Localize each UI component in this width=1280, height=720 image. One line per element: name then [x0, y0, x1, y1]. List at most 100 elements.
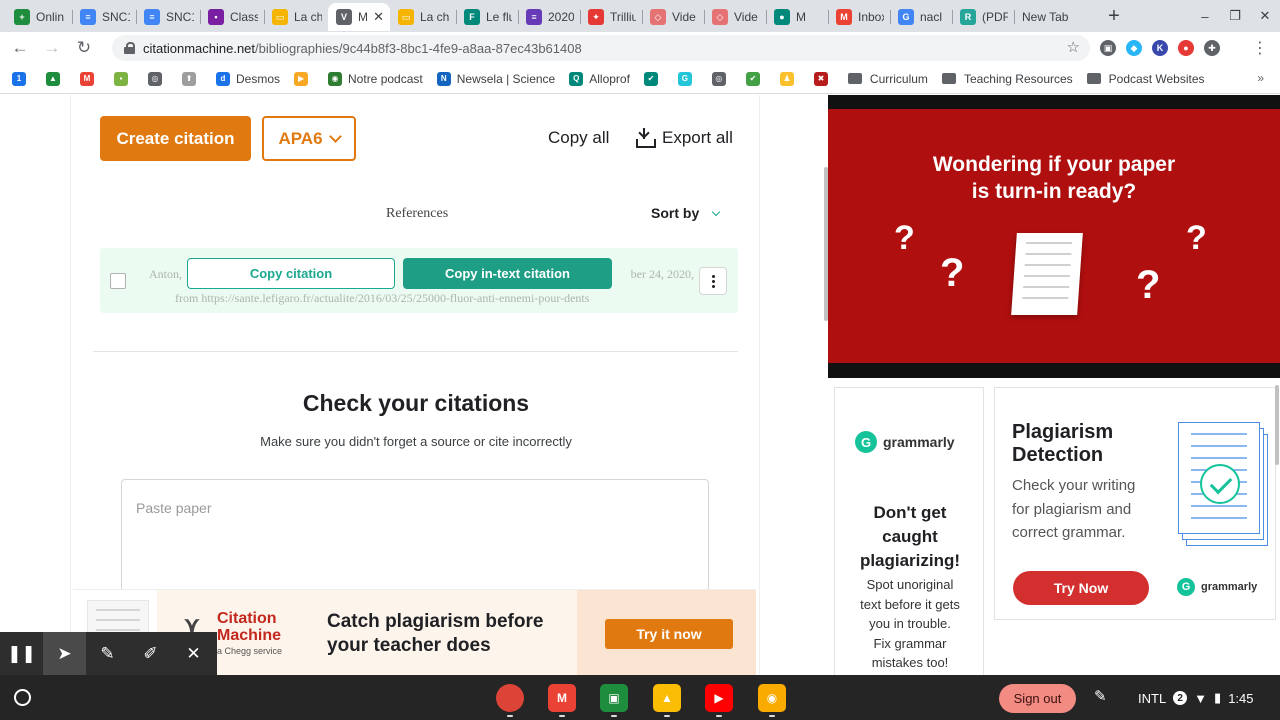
lock-icon[interactable] — [124, 42, 135, 54]
forward-arrow-icon[interactable]: → — [36, 38, 68, 58]
more-options-icon[interactable] — [699, 267, 727, 295]
new-tab-button[interactable]: + — [1102, 5, 1126, 28]
bookmark-15[interactable]: ♟ — [779, 71, 800, 86]
close-window-icon[interactable]: ✕ — [1250, 8, 1280, 24]
bookmark-3[interactable]: ▪ — [114, 71, 134, 86]
tab-0[interactable]: + Onlin — [6, 3, 72, 31]
bookmark-folder-2[interactable]: Podcast Websites — [1086, 72, 1205, 86]
bookmark-folder-0[interactable]: Curriculum — [847, 72, 928, 86]
bookmark-favicon-icon: N — [436, 71, 451, 86]
tab-8[interactable]: ≡ 2020 — [518, 3, 580, 31]
citation-checkbox[interactable] — [110, 273, 126, 289]
bookmark-0[interactable]: 1 — [12, 71, 32, 86]
highlighter-icon[interactable]: ✐ — [129, 632, 172, 675]
gmail-app-icon[interactable]: M — [548, 684, 576, 712]
bookmark-favicon-icon: Q — [569, 71, 584, 86]
bookmarks-overflow-icon[interactable]: » — [1257, 71, 1264, 85]
tab-10[interactable]: ◇ Vide — [642, 3, 704, 31]
tab-4[interactable]: ▭ La ch — [264, 3, 328, 31]
bookmark-favicon-icon: ♟ — [779, 71, 794, 86]
sort-by-dropdown[interactable]: Sort by — [651, 205, 721, 221]
bookmark-6[interactable]: d Desmos — [216, 71, 280, 86]
create-citation-button[interactable]: Create citation — [100, 116, 251, 161]
tab-2[interactable]: ≡SNC1 — [136, 3, 200, 31]
tab-9[interactable]: ✦ Trilliu — [580, 3, 642, 31]
pause-icon[interactable]: ❚❚ — [0, 632, 43, 675]
close-tab-icon[interactable]: ✕ — [373, 9, 384, 25]
tab-1[interactable]: ≡SNC1 — [72, 3, 136, 31]
chrome-app-icon[interactable] — [496, 684, 524, 712]
bookmark-7[interactable]: ▶ — [294, 71, 314, 86]
grammarly-left-headline: Don't get caught plagiarizing! — [835, 501, 985, 573]
bookmark-1[interactable]: ▲ — [46, 71, 66, 86]
youtube-app-icon[interactable]: ▶ — [705, 684, 733, 712]
grammarly-ad-right[interactable]: Plagiarism Detection Check your writing … — [994, 387, 1276, 620]
bookmark-folder-1[interactable]: Teaching Resources — [941, 71, 1073, 86]
bookmark-10[interactable]: Q Alloprof — [569, 71, 630, 86]
address-bar[interactable]: citationmachine.net/bibliographies/9c44b… — [112, 35, 1090, 61]
tab-new-tab[interactable]: New Tab — [1014, 3, 1086, 31]
tab-14[interactable]: Gnacl — [890, 3, 952, 31]
puzzle-extension-icon[interactable]: ✚ — [1204, 40, 1220, 56]
tab-12[interactable]: ● M — [766, 3, 828, 31]
battery-icon: ▮ — [1214, 690, 1222, 705]
diamond-extension-icon[interactable]: ◆ — [1126, 40, 1142, 56]
grammarly-logo-icon: G — [1177, 578, 1195, 596]
close-toolbar-icon[interactable]: ✕ — [172, 632, 215, 675]
tab-13[interactable]: MInbox — [828, 3, 890, 31]
bookmark-star-icon[interactable]: ☆ — [1067, 38, 1080, 56]
try-now-button[interactable]: Try Now — [1013, 571, 1149, 605]
bookmark-8[interactable]: ◉ Notre podcast — [328, 71, 423, 86]
chevron-down-icon — [711, 207, 721, 216]
pointer-icon[interactable]: ➤ — [43, 632, 86, 675]
chrome-menu-icon[interactable]: ⋮ — [1252, 38, 1268, 58]
bookmark-label: Newsela | Science — [456, 71, 556, 86]
grammarly-ad-left[interactable]: G grammarly Don't get caught plagiarizin… — [834, 387, 984, 675]
try-it-now-button[interactable]: Try it now — [605, 619, 733, 649]
question-mark-icon: ? — [894, 219, 915, 257]
back-arrow-icon[interactable]: ← — [4, 38, 36, 58]
bookmark-11[interactable]: ✔ — [643, 71, 664, 86]
copy-in-text-citation-button[interactable]: Copy in-text citation — [403, 258, 612, 289]
launcher-icon[interactable] — [14, 689, 31, 706]
pen-icon[interactable]: ✎ — [86, 632, 129, 675]
bookmark-13[interactable]: ◎ — [711, 71, 732, 86]
bookmark-16[interactable]: ✖ — [813, 71, 834, 86]
tab-11[interactable]: ◇ Vide — [704, 3, 766, 31]
bookmark-9[interactable]: N Newsela | Science — [436, 71, 556, 86]
shield-extension-icon[interactable]: ▣ — [1100, 40, 1116, 56]
k-extension-icon[interactable]: K — [1152, 40, 1168, 56]
bookmark-4[interactable]: ◎ — [148, 71, 168, 86]
copy-all-button[interactable]: Copy all — [548, 128, 609, 148]
bookmark-2[interactable]: M — [80, 71, 100, 86]
drive-app-icon[interactable]: ▲ — [653, 684, 681, 712]
bookmark-14[interactable]: ✔ — [745, 71, 766, 86]
record-extension-icon[interactable]: ● — [1178, 40, 1194, 56]
stylus-icon[interactable]: ✎ — [1094, 687, 1107, 705]
classroom-app-icon[interactable]: ▣ — [600, 684, 628, 712]
reload-icon[interactable]: ↻ — [68, 38, 100, 58]
keep-app-icon[interactable]: ◉ — [758, 684, 786, 712]
grammarly-left-headline-line-1: Don't get — [873, 503, 947, 522]
bookmark-5[interactable]: ⬆ — [182, 71, 202, 86]
export-all-button[interactable]: Export all — [634, 128, 733, 148]
google-favicon-icon: G — [898, 9, 914, 25]
tab-7[interactable]: FLe flu — [456, 3, 518, 31]
tab-6[interactable]: ▭ La ch — [390, 3, 456, 31]
sign-out-button[interactable]: Sign out — [999, 684, 1076, 713]
status-tray[interactable]: INTL 2 ▼ ▮ 1:45 — [1138, 690, 1254, 706]
tab-citation-machine[interactable]: V M ✕ — [328, 3, 390, 31]
citation-entry[interactable]: Anton, ber 24, 2020, from https://sante.l… — [100, 248, 738, 313]
tab-3[interactable]: ▪ Class — [200, 3, 264, 31]
paper-ready-ad-title: Wondering if your paper is turn-in ready… — [828, 151, 1280, 205]
ad-scrollbar[interactable] — [1275, 385, 1279, 465]
restore-icon[interactable]: ❐ — [1220, 8, 1250, 24]
paper-ready-ad[interactable]: Wondering if your paper is turn-in ready… — [828, 95, 1280, 378]
bookmark-12[interactable]: G — [677, 71, 698, 86]
tab-15[interactable]: R (PDF — [952, 3, 1014, 31]
bookmark-favicon-icon: G — [677, 71, 692, 86]
minimize-icon[interactable]: – — [1190, 9, 1220, 24]
citation-style-select[interactable]: APA6 — [262, 116, 356, 161]
copy-citation-button[interactable]: Copy citation — [187, 258, 395, 289]
bookmark-folder-label: Teaching Resources — [963, 71, 1073, 86]
